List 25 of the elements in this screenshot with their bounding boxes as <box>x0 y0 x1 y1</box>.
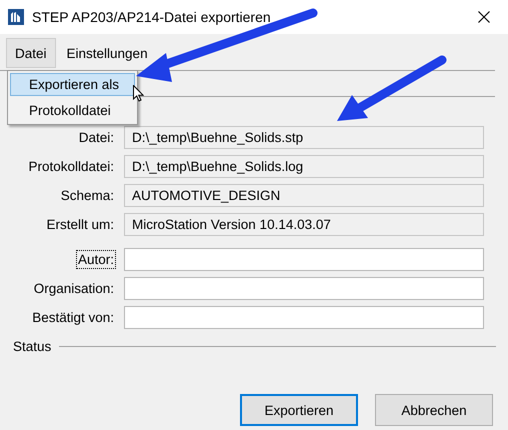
input-field[interactable] <box>124 306 484 329</box>
window-title: STEP AP203/AP214-Datei exportieren <box>32 9 272 25</box>
input-field[interactable] <box>124 248 484 271</box>
dialog-button[interactable]: Abbrechen <box>375 394 493 426</box>
dialog-button[interactable]: Exportieren <box>240 394 358 426</box>
input-field[interactable] <box>124 277 484 300</box>
app-icon <box>8 9 24 25</box>
menu-option[interactable]: Exportieren als <box>10 73 135 96</box>
field-label: Protokolldatei: <box>27 158 115 176</box>
field-label: Datei: <box>78 129 115 147</box>
menu-item[interactable]: Datei <box>6 38 56 68</box>
field-label: Organisation: <box>32 280 115 298</box>
status-label: Status <box>13 339 52 354</box>
field-label: Schema: <box>60 187 115 205</box>
field-label: Erstellt um: <box>45 216 115 234</box>
mouse-pointer-icon <box>133 85 144 102</box>
close-icon[interactable] <box>478 11 490 23</box>
menu-item[interactable]: Einstellungen <box>58 38 157 68</box>
read-only-field: D:\_temp\Buehne_Solids.log <box>124 155 484 178</box>
read-only-field: AUTOMOTIVE_DESIGN <box>124 184 484 207</box>
field-label: Autor: <box>76 250 116 269</box>
read-only-field: D:\_temp\Buehne_Solids.stp <box>124 126 484 149</box>
menu-option[interactable]: Protokolldatei <box>10 99 135 122</box>
field-label: Bestätigt von: <box>31 309 115 327</box>
read-only-field: MicroStation Version 10.14.03.07 <box>124 213 484 236</box>
